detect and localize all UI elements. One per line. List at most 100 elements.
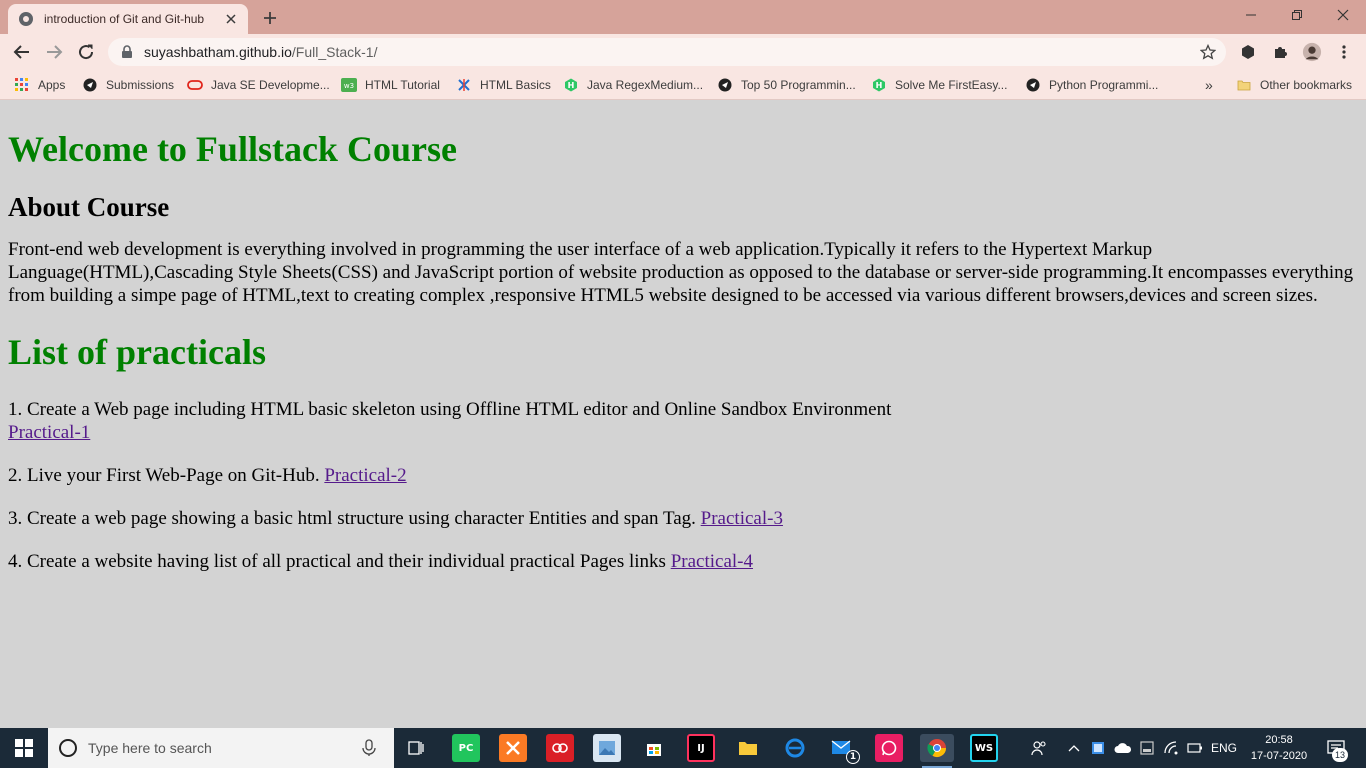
extension-cube-icon[interactable]: [1238, 42, 1258, 62]
svg-text:H: H: [876, 81, 883, 90]
bookmark-java-se[interactable]: Java SE Developme...: [187, 76, 330, 94]
bookmark-label: Python Programmi...: [1049, 78, 1159, 92]
oracle-icon: [187, 77, 203, 93]
search-placeholder: Type here to search: [88, 740, 212, 756]
cortana-circle-icon: [58, 738, 78, 758]
bookmark-html-tutorial[interactable]: w3 HTML Tutorial: [341, 76, 440, 94]
other-bookmarks-folder[interactable]: Other bookmarks: [1236, 76, 1352, 94]
windows-start-icon[interactable]: [0, 728, 48, 768]
task-view-icon[interactable]: [402, 734, 430, 762]
xampp-icon[interactable]: [499, 734, 527, 762]
bookmark-java-regex[interactable]: H Java RegexMedium...: [563, 76, 703, 94]
lock-icon[interactable]: [120, 45, 134, 59]
practical-text: 1. Create a Web page including HTML basi…: [8, 399, 892, 420]
minimize-icon[interactable]: [1228, 0, 1274, 30]
url-text: suyashbatham.github.io/Full_Stack-1/: [144, 44, 377, 60]
extensions-puzzle-icon[interactable]: [1270, 42, 1290, 62]
bookmarks-overflow-button[interactable]: »: [1205, 76, 1213, 94]
bookmark-label: HTML Basics: [480, 78, 551, 92]
bookmarks-bar: Apps Submissions Java SE Developme... w3…: [0, 70, 1366, 100]
tab-strip: introduction of Git and Git-hub: [0, 0, 1366, 34]
python-icon: [1025, 77, 1041, 93]
page-content: Welcome to Fullstack Course About Course…: [0, 101, 1366, 728]
submissions-icon: [82, 77, 98, 93]
mail-icon[interactable]: 1: [828, 734, 860, 764]
url-path: /Full_Stack-1/: [291, 44, 378, 60]
whatsapp-icon[interactable]: [875, 734, 903, 762]
photos-icon[interactable]: [593, 734, 621, 762]
chrome-icon[interactable]: [920, 734, 954, 768]
network-drive-icon[interactable]: [1090, 728, 1106, 768]
close-window-icon[interactable]: [1320, 0, 1366, 30]
bookmark-label: Solve Me FirstEasy...: [895, 78, 1008, 92]
about-heading: About Course: [8, 192, 170, 222]
hackerrank-icon: H: [871, 77, 887, 93]
chevron-up-icon[interactable]: [1066, 728, 1082, 768]
bookmark-python-programming[interactable]: Python Programmi...: [1025, 76, 1158, 94]
bookmark-label: HTML Tutorial: [365, 78, 440, 92]
folder-icon: [1236, 77, 1252, 93]
notifications-icon[interactable]: 13: [1322, 728, 1350, 768]
storage-icon[interactable]: [1139, 728, 1155, 768]
more-menu-icon[interactable]: [1334, 42, 1354, 62]
practical-item-3: 3. Create a web page showing a basic htm…: [8, 507, 1358, 530]
hackerrank-icon: H: [563, 77, 579, 93]
practical-item-2: 2. Live your First Web-Page on Git-Hub. …: [8, 464, 1358, 487]
practical-item-4: 4. Create a website having list of all p…: [8, 550, 1358, 573]
bookmark-top-50[interactable]: Top 50 Programmin...: [717, 76, 856, 94]
creative-cloud-icon[interactable]: [546, 734, 574, 762]
reload-icon[interactable]: [74, 40, 98, 64]
bookmark-submissions[interactable]: Submissions: [82, 76, 174, 94]
bookmark-label: Top 50 Programmin...: [741, 78, 856, 92]
language-indicator[interactable]: ENG: [1210, 728, 1238, 768]
pycharm-icon[interactable]: PC: [452, 734, 480, 762]
address-bar[interactable]: suyashbatham.github.io/Full_Stack-1/: [108, 38, 1226, 66]
practical-3-link[interactable]: Practical-3: [701, 508, 783, 529]
restore-icon[interactable]: [1274, 0, 1320, 30]
onedrive-cloud-icon[interactable]: [1113, 728, 1133, 768]
taskbar-search-box[interactable]: Type here to search: [48, 728, 394, 768]
edge-icon[interactable]: [781, 734, 809, 762]
system-clock[interactable]: 20:58 17-07-2020: [1248, 732, 1310, 764]
practical-1-link[interactable]: Practical-1: [8, 422, 90, 443]
intellij-icon[interactable]: IJ: [687, 734, 715, 762]
battery-icon[interactable]: [1186, 728, 1204, 768]
new-tab-icon[interactable]: [260, 8, 280, 28]
bookmark-apps[interactable]: Apps: [14, 76, 65, 94]
practicals-heading: List of practicals: [8, 332, 266, 372]
microphone-icon[interactable]: [360, 739, 378, 757]
globe-icon: [18, 11, 34, 27]
bookmark-label: Submissions: [106, 78, 175, 92]
browser-tab[interactable]: introduction of Git and Git-hub: [8, 4, 248, 34]
people-icon[interactable]: [1028, 728, 1050, 768]
practical-2-link[interactable]: Practical-2: [324, 465, 406, 486]
browser-toolbar: suyashbatham.github.io/Full_Stack-1/: [0, 34, 1366, 70]
bookmark-html-basics[interactable]: HTML Basics: [456, 76, 551, 94]
webstorm-icon[interactable]: WS: [970, 734, 998, 762]
bookmark-solve-me-first[interactable]: H Solve Me FirstEasy...: [871, 76, 1007, 94]
file-explorer-icon[interactable]: [734, 734, 762, 762]
svg-text:w3: w3: [344, 82, 354, 90]
url-host: suyashbatham.github.io: [144, 44, 292, 60]
forward-arrow-icon[interactable]: [42, 40, 66, 64]
bookmark-label: Java RegexMedium...: [587, 78, 704, 92]
clock-time: 20:58: [1265, 734, 1293, 746]
profile-avatar-icon[interactable]: [1302, 42, 1322, 62]
bookmark-star-icon[interactable]: [1200, 44, 1216, 60]
notification-badge: 13: [1332, 748, 1348, 762]
practical-text: 2. Live your First Web-Page on Git-Hub.: [8, 465, 320, 486]
svg-text:H: H: [568, 81, 575, 90]
bookmark-label: Apps: [38, 78, 66, 92]
welcome-heading: Welcome to Fullstack Course: [8, 129, 457, 169]
mail-badge: 1: [846, 750, 860, 764]
back-arrow-icon[interactable]: [10, 40, 34, 64]
close-tab-icon[interactable]: [224, 12, 238, 26]
microsoft-store-icon[interactable]: [640, 734, 668, 762]
practical-4-link[interactable]: Practical-4: [671, 551, 753, 572]
w3schools-icon: w3: [341, 77, 357, 93]
clock-date: 17-07-2020: [1250, 750, 1308, 762]
practical-text: 3. Create a web page showing a basic htm…: [8, 508, 696, 529]
wifi-icon[interactable]: [1163, 728, 1181, 768]
about-paragraph: Front-end web development is everything …: [8, 239, 1354, 306]
other-bookmarks-label: Other bookmarks: [1260, 78, 1353, 92]
